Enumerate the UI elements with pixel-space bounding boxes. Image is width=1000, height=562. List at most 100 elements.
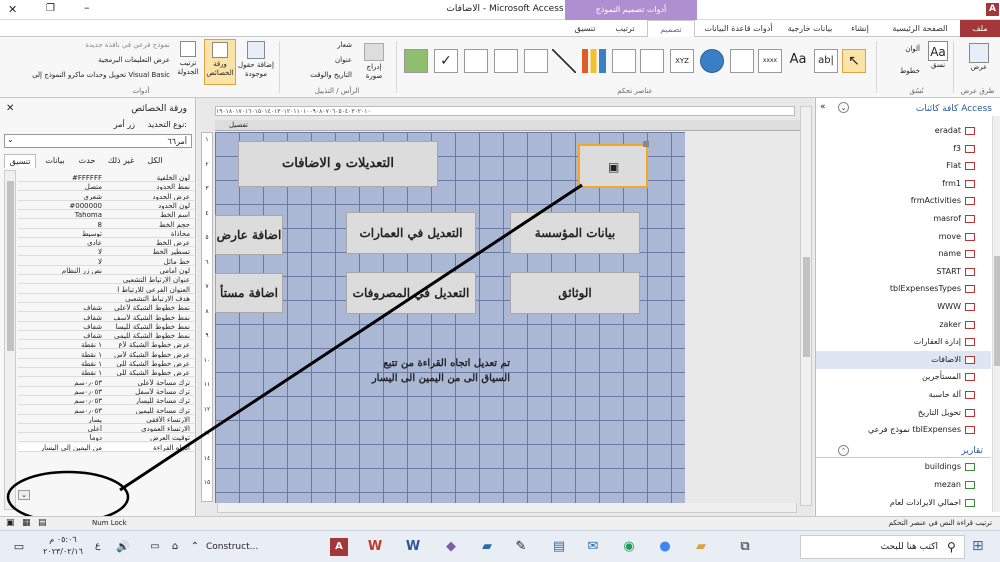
chevron-down-icon[interactable]: ⌄ bbox=[838, 102, 849, 113]
nav-item-label: zaker bbox=[939, 319, 961, 329]
network-icon[interactable]: ⌂ bbox=[166, 538, 184, 556]
nav-item-label: WWW bbox=[937, 302, 961, 311]
nav-item-label: نموذج فرعي tblExpenses bbox=[867, 425, 961, 435]
form-icon bbox=[965, 197, 975, 206]
nav-item-form[interactable]: frm1 bbox=[816, 175, 991, 193]
nav-item-label: eradat bbox=[934, 126, 961, 135]
annotation-arrow-line bbox=[119, 183, 583, 492]
nav-item-label: frmActivities bbox=[910, 196, 961, 206]
form-view-icon[interactable]: ▤ bbox=[38, 518, 47, 528]
nav-item-label: الاضافات bbox=[931, 354, 961, 364]
nav-item-form[interactable]: move bbox=[816, 228, 991, 246]
word-icon[interactable]: W bbox=[404, 538, 422, 556]
clock-time[interactable]: ٠٥:٠٦ م bbox=[38, 535, 88, 544]
teams-icon[interactable]: ◆ bbox=[442, 538, 460, 556]
nav-item-form[interactable]: eradat bbox=[816, 122, 991, 140]
nav-item-report[interactable]: buildings bbox=[816, 458, 991, 476]
nav-pane-title[interactable]: كافة كائنات Access bbox=[916, 104, 992, 114]
form-icon bbox=[965, 144, 975, 153]
nav-item-report[interactable]: mezan bbox=[816, 476, 991, 494]
nav-scrollbar[interactable] bbox=[992, 116, 1000, 512]
form-icon bbox=[965, 320, 975, 329]
nav-item-form[interactable]: نموذج فرعي tblExpenses bbox=[816, 421, 991, 439]
task-view-icon[interactable]: ⧉ bbox=[736, 538, 754, 556]
volume-icon[interactable]: 🔊 bbox=[114, 538, 132, 556]
notification-icon[interactable]: ▭ bbox=[10, 538, 28, 556]
store-icon[interactable]: ▤ bbox=[550, 538, 568, 556]
nav-item-label: تحويل التاريخ bbox=[917, 407, 961, 417]
file-explorer-icon[interactable]: ▰ bbox=[692, 538, 710, 556]
nav-item-form[interactable]: frmActivities bbox=[816, 192, 991, 210]
edge-icon[interactable]: ◉ bbox=[620, 538, 638, 556]
numlock-indicator: Num Lock bbox=[92, 519, 127, 527]
form-icon bbox=[965, 215, 975, 223]
form-icon bbox=[965, 285, 975, 294]
access-taskbar-icon[interactable]: A bbox=[330, 538, 348, 556]
nav-item-form[interactable]: إدارة العقارات bbox=[816, 333, 991, 351]
form-icon bbox=[965, 355, 975, 364]
nav-item-label: name bbox=[938, 249, 961, 259]
nav-item-form[interactable]: zaker bbox=[816, 316, 991, 334]
nav-item-form[interactable]: Flat bbox=[816, 157, 991, 175]
chevron-up-icon[interactable]: ⌃ bbox=[186, 538, 204, 556]
language-indicator[interactable]: ع bbox=[95, 541, 100, 551]
nav-item-report[interactable]: اجمالي الايرادات لعام bbox=[816, 494, 991, 512]
shutter-icon[interactable]: « bbox=[820, 102, 826, 112]
task-construct-label[interactable]: Construct... bbox=[206, 542, 258, 552]
nav-item-label: tblExpensesTypes bbox=[889, 284, 961, 294]
start-button[interactable]: ⊞ bbox=[972, 538, 984, 554]
design-view-icon[interactable]: ▣ bbox=[6, 518, 15, 528]
report-icon bbox=[965, 463, 975, 471]
form-icon bbox=[965, 232, 975, 241]
form-icon bbox=[965, 179, 975, 188]
photos-icon[interactable]: ▰ bbox=[478, 538, 496, 556]
nav-item-form[interactable]: masrof bbox=[816, 210, 991, 228]
search-icon: ⚲ bbox=[947, 540, 956, 554]
nav-item-form[interactable]: WWW bbox=[816, 298, 991, 316]
mail-icon[interactable]: ✉ bbox=[584, 538, 602, 556]
taskbar: ⊞ ⚲ اكتب هنا للبحث ⧉ ▰ ● ◉ ✉ ▤ ✎ ▰ ◆ W W… bbox=[0, 530, 1000, 562]
nav-item-form[interactable]: الاضافات bbox=[816, 350, 991, 369]
form-icon bbox=[965, 426, 975, 435]
wps-icon[interactable]: W bbox=[366, 538, 384, 556]
form-icon bbox=[965, 250, 975, 259]
nav-item-label: START bbox=[936, 266, 961, 276]
form-icon bbox=[965, 303, 975, 311]
layout-view-icon[interactable]: ▦ bbox=[22, 518, 31, 528]
form-icon bbox=[965, 391, 975, 399]
nav-item-label: اجمالي الايرادات لعام bbox=[889, 498, 961, 507]
nav-item-form[interactable]: START bbox=[816, 263, 991, 281]
nav-item-label: Flat bbox=[946, 161, 961, 171]
search-placeholder: اكتب هنا للبحث bbox=[880, 542, 938, 552]
clock-date[interactable]: ٢٠٢٣/٠٢/١٦ bbox=[38, 547, 88, 556]
nav-item-form[interactable]: tblExpensesTypes bbox=[816, 280, 991, 298]
navigation-pane: كافة كائنات Access ⌄ « eradat f3 Flat frm1 f… bbox=[815, 98, 1000, 516]
paint-icon[interactable]: ✎ bbox=[512, 538, 530, 556]
nav-item-label: المستأجرين bbox=[922, 372, 961, 382]
form-icon bbox=[965, 162, 975, 171]
battery-icon[interactable]: ▭ bbox=[146, 538, 164, 556]
report-icon bbox=[965, 481, 975, 489]
search-box[interactable]: ⚲ اكتب هنا للبحث bbox=[800, 535, 965, 559]
nav-item-label: buildings bbox=[924, 462, 961, 471]
chrome-icon[interactable]: ● bbox=[656, 538, 674, 556]
scroll-thumb[interactable] bbox=[994, 256, 1000, 366]
reports-header[interactable]: تقارير ⌃ bbox=[816, 444, 991, 458]
nav-item-form[interactable]: name bbox=[816, 245, 991, 263]
form-icon bbox=[965, 267, 975, 276]
nav-item-label: frm1 bbox=[942, 178, 961, 188]
annotation-circle bbox=[6, 470, 130, 524]
nav-item-form[interactable]: آلة حاسبة bbox=[816, 386, 991, 404]
chevron-up-icon[interactable]: ⌃ bbox=[838, 445, 849, 456]
nav-item-form[interactable]: f3 bbox=[816, 140, 991, 158]
nav-item-form[interactable]: تحويل التاريخ bbox=[816, 404, 991, 422]
status-bar: ترتيب قراءة النص في عنصر التحكم Num Lock… bbox=[0, 516, 1000, 530]
nav-item-form[interactable]: المستأجرين bbox=[816, 368, 991, 386]
report-icon bbox=[965, 499, 975, 507]
form-icon bbox=[965, 127, 975, 135]
nav-item-label: آلة حاسبة bbox=[928, 390, 961, 399]
reports-header-label: تقارير bbox=[961, 446, 983, 456]
form-icon bbox=[965, 373, 975, 382]
form-icon bbox=[965, 338, 975, 347]
nav-item-label: masrof bbox=[933, 214, 961, 223]
